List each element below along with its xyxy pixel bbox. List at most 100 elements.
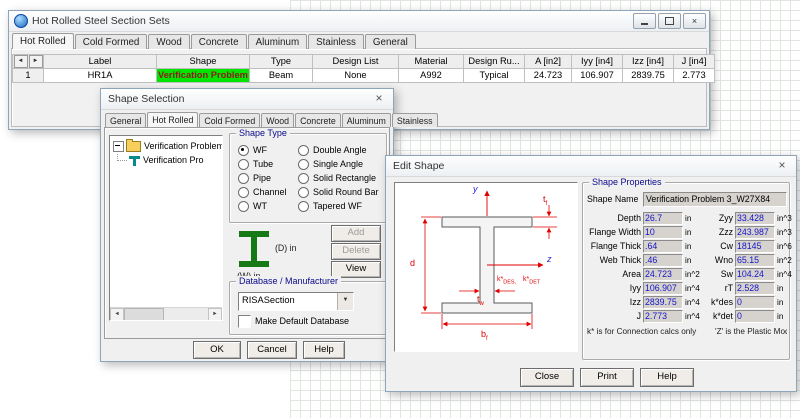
tab-stainless[interactable]: Stainless xyxy=(392,113,438,127)
scrollbar-thumb[interactable] xyxy=(124,308,164,321)
izz-field[interactable]: 2839.75 xyxy=(643,296,683,309)
checkbox-icon[interactable] xyxy=(238,315,251,328)
flange-thick-field[interactable]: .64 xyxy=(643,240,683,253)
rt-field[interactable]: 2.528 xyxy=(735,282,775,295)
cell-design-list[interactable]: None xyxy=(313,69,399,83)
cell-material[interactable]: A992 xyxy=(399,69,464,83)
tab-wood[interactable]: Wood xyxy=(148,34,189,49)
tree-item-folder[interactable]: Verification Problem xyxy=(110,139,222,153)
shape-name-field[interactable]: Verification Problem 3_W27X84 xyxy=(643,192,787,207)
radio-tube[interactable]: Tube xyxy=(238,157,287,171)
cell-type[interactable]: Beam xyxy=(250,69,313,83)
ok-button[interactable]: OK xyxy=(193,341,241,359)
row-number[interactable]: 1 xyxy=(13,69,44,83)
make-default-checkbox-row[interactable]: Make Default Database xyxy=(238,314,349,328)
radio-solid-rectangle[interactable]: Solid Rectangle xyxy=(298,171,379,185)
edit-shape-titlebar[interactable]: Edit Shape × xyxy=(386,156,796,177)
main-titlebar[interactable]: Hot Rolled Steel Section Sets × xyxy=(9,11,709,32)
help-button[interactable]: Help xyxy=(303,341,345,359)
radio-solid-round-bar[interactable]: Solid Round Bar xyxy=(298,185,379,199)
tab-cold-formed[interactable]: Cold Formed xyxy=(75,34,148,49)
cell-shape[interactable]: Verification Problem xyxy=(157,69,250,83)
close-button[interactable]: Close xyxy=(520,368,574,387)
depth-field[interactable]: 26.7 xyxy=(643,212,683,225)
kdet-field[interactable]: 0 xyxy=(735,310,775,323)
radio-single-angle[interactable]: Single Angle xyxy=(298,157,379,171)
cell-izz[interactable]: 2839.75 xyxy=(623,69,674,83)
close-icon[interactable]: × xyxy=(774,159,790,173)
col-header-area[interactable]: A [in2] xyxy=(525,55,572,69)
tab-concrete[interactable]: Concrete xyxy=(191,34,247,49)
tab-general[interactable]: General xyxy=(365,34,416,49)
tab-cold-formed[interactable]: Cold Formed xyxy=(199,113,260,127)
tree-item-shape[interactable]: Verification Pro xyxy=(110,153,222,167)
depth-hint-label: (D) in xyxy=(275,243,297,253)
prop-unit: in^2 xyxy=(775,256,795,265)
col-header-design-list[interactable]: Design List xyxy=(313,55,399,69)
cell-j[interactable]: 2.773 xyxy=(674,69,715,83)
tab-aluminum[interactable]: Aluminum xyxy=(342,113,391,127)
wno-field[interactable]: 65.15 xyxy=(735,254,775,267)
cw-field[interactable]: 18145 xyxy=(735,240,775,253)
app-icon xyxy=(14,14,28,28)
collapse-icon[interactable] xyxy=(113,141,124,152)
j-field[interactable]: 2.773 xyxy=(643,310,683,323)
shape-selection-title: Shape Selection xyxy=(108,93,184,105)
tab-aluminum[interactable]: Aluminum xyxy=(248,34,308,49)
radio-tapered-wf[interactable]: Tapered WF xyxy=(298,199,379,213)
close-icon[interactable]: × xyxy=(371,92,387,106)
col-header-material[interactable]: Material xyxy=(399,55,464,69)
iyy-field[interactable]: 106.907 xyxy=(643,282,683,295)
radio-channel[interactable]: Channel xyxy=(238,185,287,199)
radio-wt[interactable]: WT xyxy=(238,199,287,213)
cell-iyy[interactable]: 106.907 xyxy=(572,69,623,83)
maximize-button[interactable] xyxy=(658,13,681,29)
tab-wood[interactable]: Wood xyxy=(261,113,294,127)
col-header-type[interactable]: Type xyxy=(250,55,313,69)
nav-next-button[interactable]: ► xyxy=(29,55,43,68)
flange-width-field[interactable]: 10 xyxy=(643,226,683,239)
col-header-design-rule[interactable]: Design Ru... xyxy=(464,55,525,69)
kdes-field[interactable]: 0 xyxy=(735,296,775,309)
scroll-left-button[interactable]: ◄ xyxy=(110,308,124,321)
tab-hot-rolled[interactable]: Hot Rolled xyxy=(147,112,198,127)
zyy-field[interactable]: 33.428 xyxy=(735,212,775,225)
scrollbar-track[interactable] xyxy=(164,308,208,320)
col-header-izz[interactable]: Izz [in4] xyxy=(623,55,674,69)
chevron-down-icon[interactable]: ▼ xyxy=(337,293,353,310)
shape-selection-titlebar[interactable]: Shape Selection × xyxy=(101,89,393,110)
radio-pipe[interactable]: Pipe xyxy=(238,171,287,185)
col-header-shape[interactable]: Shape xyxy=(157,55,250,69)
close-button[interactable]: × xyxy=(683,13,706,29)
delete-button[interactable]: Delete xyxy=(331,243,381,260)
tab-stainless[interactable]: Stainless xyxy=(308,34,364,49)
col-header-j[interactable]: J [in4] xyxy=(674,55,715,69)
section-diagram: y z tf d k*DES, k*DET tw bf xyxy=(394,182,578,352)
cell-label[interactable]: HR1A xyxy=(44,69,157,83)
shape-type-col2: Double Angle Single Angle Solid Rectangl… xyxy=(298,143,379,213)
col-header-label[interactable]: Label xyxy=(44,55,157,69)
print-button[interactable]: Print xyxy=(580,368,634,387)
database-combobox[interactable]: RISASection ▼ xyxy=(238,292,354,311)
radio-double-angle[interactable]: Double Angle xyxy=(298,143,379,157)
col-header-iyy[interactable]: Iyy [in4] xyxy=(572,55,623,69)
cell-design-rule[interactable]: Typical xyxy=(464,69,525,83)
tab-concrete[interactable]: Concrete xyxy=(295,113,341,127)
radio-label: Double Angle xyxy=(313,145,367,155)
tab-hot-rolled[interactable]: Hot Rolled xyxy=(12,33,74,49)
zzz-field[interactable]: 243.987 xyxy=(735,226,775,239)
prop-unit: in^4 xyxy=(683,284,705,293)
scroll-right-button[interactable]: ► xyxy=(208,308,222,321)
help-button[interactable]: Help xyxy=(640,368,694,387)
add-button[interactable]: Add xyxy=(331,225,381,242)
cancel-button[interactable]: Cancel xyxy=(247,341,297,359)
radio-wf[interactable]: WF xyxy=(238,143,287,157)
sw-field[interactable]: 104.24 xyxy=(735,268,775,281)
shape-name-label: Shape Name xyxy=(587,194,643,204)
web-thick-field[interactable]: .46 xyxy=(643,254,683,267)
tab-general[interactable]: General xyxy=(105,113,146,127)
cell-area[interactable]: 24.723 xyxy=(525,69,572,83)
nav-prev-button[interactable]: ◄ xyxy=(14,55,28,68)
minimize-button[interactable] xyxy=(633,13,656,29)
area-field[interactable]: 24.723 xyxy=(643,268,683,281)
